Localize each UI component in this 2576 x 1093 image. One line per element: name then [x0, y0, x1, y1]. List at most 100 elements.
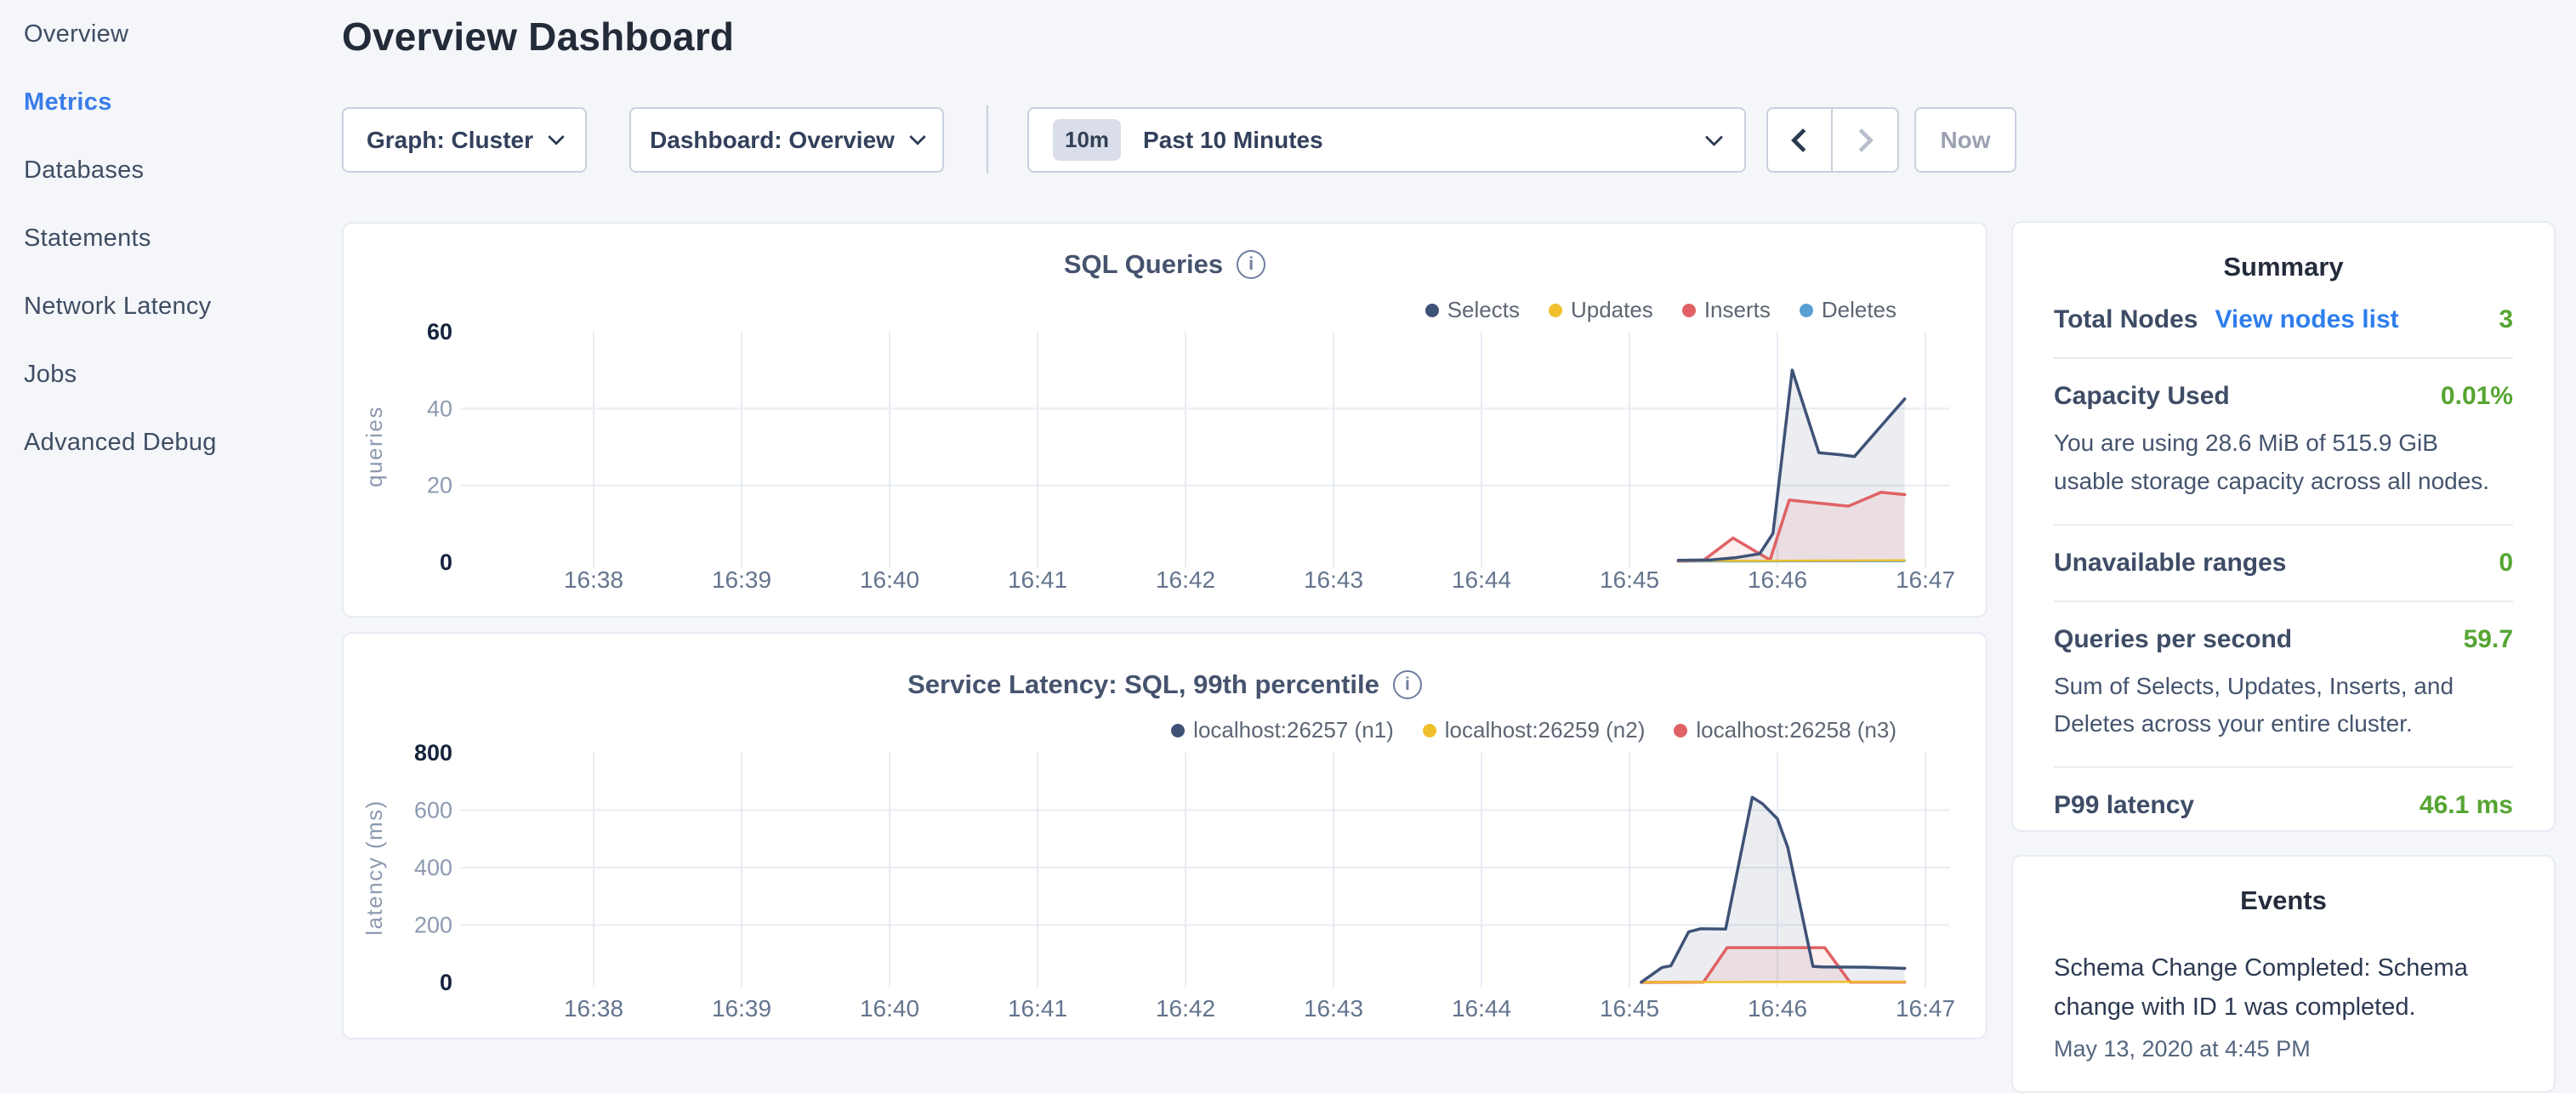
legend-item[interactable]: localhost:26257 (n1) — [1171, 717, 1394, 743]
svg-text:16:46: 16:46 — [1748, 566, 1807, 593]
legend-dot-icon — [1171, 724, 1185, 737]
legend-label: Updates — [1571, 297, 1653, 323]
summary-row-label: Queries per second — [2054, 625, 2292, 654]
svg-text:40: 40 — [427, 396, 452, 421]
service-latency-chart-card: Service Latency: SQL, 99th percentile lo… — [342, 632, 1987, 1039]
svg-text:16:41: 16:41 — [1008, 995, 1067, 1022]
summary-row-queries-per-second: Queries per second 59.7 Sum of Selects, … — [2054, 602, 2513, 769]
sql-queries-plot[interactable]: 16:38 16:39 16:40 16:41 16:42 16:43 16:44 16:45… — [344, 224, 1989, 619]
sidebar-item-metrics[interactable]: Metrics — [0, 68, 342, 136]
now-button-label: Now — [1940, 127, 1990, 154]
summary-row-label: Unavailable ranges — [2054, 549, 2286, 578]
svg-text:16:42: 16:42 — [1156, 566, 1215, 593]
svg-text:16:40: 16:40 — [860, 566, 919, 593]
summary-row-subtext: You are using 28.6 MiB of 515.9 GiB usab… — [2054, 424, 2513, 501]
time-range-badge: 10m — [1053, 119, 1121, 161]
chart-title: Service Latency: SQL, 99th percentile — [907, 669, 1379, 700]
summary-row-value: 0 — [2499, 549, 2513, 578]
sidebar-nav-list: Overview Metrics Databases Statements Ne… — [0, 0, 342, 476]
summary-row-label: P99 latency — [2054, 791, 2194, 820]
summary-panel: Summary Total Nodes View nodes list 3 Ca… — [2011, 221, 2556, 832]
legend-label: Inserts — [1704, 297, 1771, 323]
legend-dot-icon — [1674, 724, 1687, 737]
info-icon[interactable] — [1237, 250, 1265, 279]
svg-text:16:45: 16:45 — [1600, 566, 1659, 593]
legend-item[interactable]: Inserts — [1682, 297, 1771, 323]
page-title: Overview Dashboard — [342, 14, 734, 60]
dashboard-dropdown-label: Dashboard: Overview — [650, 127, 895, 154]
sidebar-item-overview[interactable]: Overview — [0, 0, 342, 68]
time-range-selector[interactable]: 10m Past 10 Minutes — [1027, 107, 1746, 173]
legend-label: Deletes — [1822, 297, 1896, 323]
controls-divider — [987, 105, 988, 174]
sql-queries-chart-card: SQL Queries Selects Updates Inserts Deletes… — [342, 222, 1987, 618]
svg-text:16:44: 16:44 — [1452, 566, 1511, 593]
legend-label: Selects — [1447, 297, 1520, 323]
events-panel: Events Schema Change Completed: Schema c… — [2011, 855, 2556, 1093]
summary-title: Summary — [2054, 248, 2513, 282]
legend-item[interactable]: localhost:26258 (n3) — [1674, 717, 1896, 743]
dashboard-dropdown[interactable]: Dashboard: Overview — [629, 107, 944, 173]
legend-item[interactable]: Deletes — [1800, 297, 1896, 323]
svg-text:16:45: 16:45 — [1600, 995, 1659, 1022]
time-step-back-button[interactable] — [1768, 109, 1833, 171]
time-range-label: Past 10 Minutes — [1143, 127, 1323, 154]
events-title: Events — [2054, 882, 2513, 916]
legend-item[interactable]: localhost:26259 (n2) — [1423, 717, 1646, 743]
summary-row-value: 3 — [2499, 305, 2513, 334]
sidebar-item-statements[interactable]: Statements — [0, 204, 342, 272]
svg-text:16:43: 16:43 — [1304, 995, 1363, 1022]
svg-text:16:42: 16:42 — [1156, 995, 1215, 1022]
svg-text:16:39: 16:39 — [712, 995, 771, 1022]
summary-row-label: Total Nodes — [2054, 305, 2198, 334]
event-message[interactable]: Schema Change Completed: Schema change w… — [2054, 948, 2513, 1028]
legend-dot-icon — [1682, 304, 1696, 317]
legend-label: localhost:26257 (n1) — [1193, 717, 1394, 743]
svg-text:20: 20 — [427, 473, 452, 498]
summary-row-p99-latency: P99 latency 46.1 ms — [2054, 768, 2513, 843]
legend-item[interactable]: Selects — [1425, 297, 1520, 323]
svg-text:0: 0 — [440, 549, 452, 575]
chevron-down-icon — [1705, 128, 1723, 145]
svg-text:16:38: 16:38 — [564, 995, 623, 1022]
sidebar: Overview Metrics Databases Statements Ne… — [0, 0, 342, 1051]
svg-text:800: 800 — [414, 740, 452, 766]
graph-dropdown-label: Graph: Cluster — [367, 127, 533, 154]
svg-text:60: 60 — [427, 319, 452, 344]
chart-title: SQL Queries — [1064, 249, 1223, 280]
summary-row-unavailable-ranges: Unavailable ranges 0 — [2054, 526, 2513, 602]
summary-row-subtext: Sum of Selects, Updates, Inserts, and De… — [2054, 668, 2513, 744]
view-nodes-list-link[interactable]: View nodes list — [2215, 305, 2398, 334]
event-timestamp: May 13, 2020 at 4:45 PM — [2054, 1036, 2513, 1062]
chart-title-row: Service Latency: SQL, 99th percentile — [344, 669, 1986, 700]
sidebar-item-network-latency[interactable]: Network Latency — [0, 272, 342, 340]
time-step-forward-button[interactable] — [1833, 109, 1897, 171]
svg-text:16:38: 16:38 — [564, 566, 623, 593]
sidebar-item-jobs[interactable]: Jobs — [0, 340, 342, 408]
legend-item[interactable]: Updates — [1549, 297, 1653, 323]
svg-text:16:39: 16:39 — [712, 566, 771, 593]
svg-text:latency (ms): latency (ms) — [361, 800, 387, 936]
svg-text:16:46: 16:46 — [1748, 995, 1807, 1022]
chevron-left-icon — [1791, 128, 1815, 151]
chart-title-row: SQL Queries — [344, 249, 1986, 280]
svg-text:0: 0 — [440, 970, 452, 995]
sidebar-item-advanced-debug[interactable]: Advanced Debug — [0, 408, 342, 476]
now-button[interactable]: Now — [1914, 107, 2016, 173]
info-icon[interactable] — [1393, 670, 1422, 699]
svg-text:16:40: 16:40 — [860, 995, 919, 1022]
svg-text:200: 200 — [414, 913, 452, 938]
graph-dropdown[interactable]: Graph: Cluster — [342, 107, 587, 173]
svg-text:400: 400 — [414, 855, 452, 880]
chevron-right-icon — [1850, 128, 1874, 151]
chevron-down-icon — [548, 128, 565, 145]
legend-dot-icon — [1800, 304, 1813, 317]
legend-dot-icon — [1549, 304, 1562, 317]
time-step-buttons — [1766, 107, 1899, 173]
sidebar-item-databases[interactable]: Databases — [0, 136, 342, 204]
svg-text:16:43: 16:43 — [1304, 566, 1363, 593]
summary-row-value: 46.1 ms — [2420, 791, 2513, 820]
svg-text:16:41: 16:41 — [1008, 566, 1067, 593]
legend-dot-icon — [1425, 304, 1439, 317]
svg-text:600: 600 — [414, 798, 452, 823]
